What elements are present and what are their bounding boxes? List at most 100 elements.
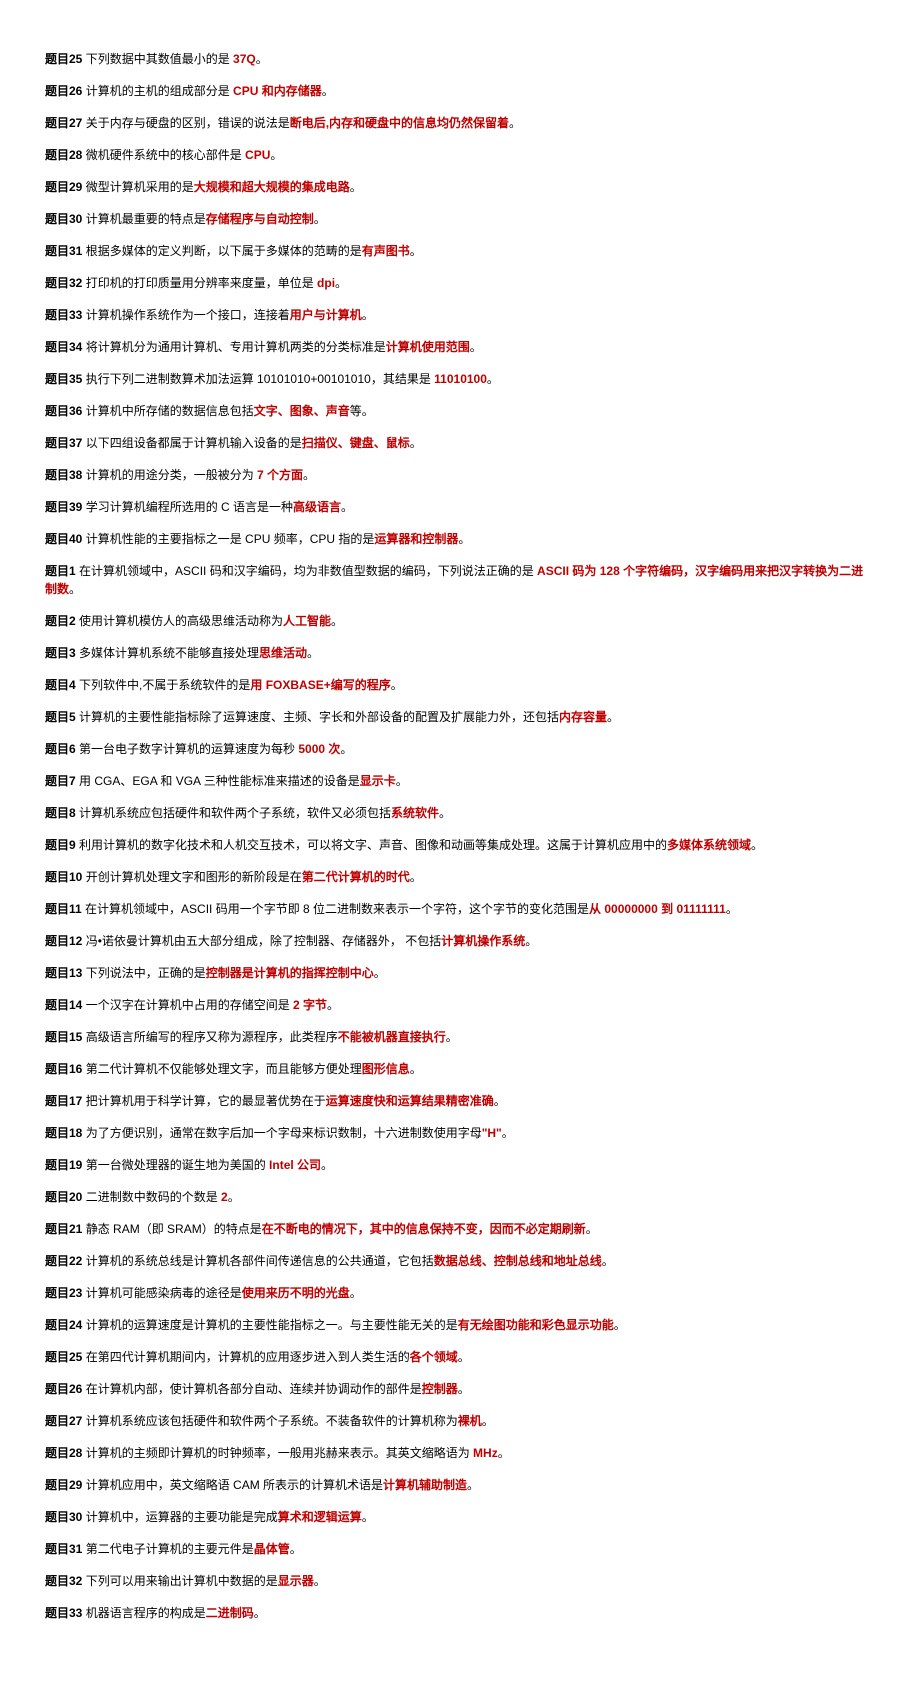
question-row: 题目39 学习计算机编程所选用的 C 语言是一种高级语言。 — [45, 498, 875, 516]
question-tail: 。 — [69, 582, 81, 596]
question-label: 题目26 — [45, 1382, 82, 1396]
question-tail: 。 — [314, 212, 326, 226]
question-stem: 下列数据中其数值最小的是 — [82, 52, 233, 66]
question-label: 题目11 — [45, 902, 82, 916]
question-row: 题目30 计算机最重要的特点是存储程序与自动控制。 — [45, 210, 875, 228]
question-row: 题目4 下列软件中,不属于系统软件的是用 FOXBASE+编写的程序。 — [45, 676, 875, 694]
question-label: 题目8 — [45, 806, 76, 820]
question-stem: 计算机操作系统作为一个接口，连接着 — [82, 308, 289, 322]
question-row: 题目3 多媒体计算机系统不能够直接处理思维活动。 — [45, 644, 875, 662]
question-tail: 。 — [340, 742, 352, 756]
question-answer: 计算机辅助制造 — [383, 1478, 467, 1492]
question-label: 题目4 — [45, 678, 76, 692]
question-answer: 图形信息 — [362, 1062, 410, 1076]
question-row: 题目22 计算机的系统总线是计算机各部件间传递信息的公共通道，它包括数据总线、控… — [45, 1252, 875, 1270]
question-label: 题目12 — [45, 934, 82, 948]
question-tail: 。 — [602, 1254, 614, 1268]
question-stem: 静态 RAM（即 SRAM）的特点是 — [82, 1222, 261, 1236]
question-answer: "H" — [482, 1126, 502, 1140]
question-row: 题目1 在计算机领域中，ASCII 码和汉字编码，均为非数值型数据的编码，下列说… — [45, 562, 875, 598]
question-answer: 显示器 — [278, 1574, 314, 1588]
question-row: 题目13 下列说法中，正确的是控制器是计算机的指挥控制中心。 — [45, 964, 875, 982]
question-label: 题目23 — [45, 1286, 82, 1300]
question-tail: 。 — [228, 1190, 240, 1204]
question-label: 题目26 — [45, 84, 82, 98]
question-tail: 。 — [314, 1574, 326, 1588]
question-row: 题目10 开创计算机处理文字和图形的新阶段是在第二代计算机的时代。 — [45, 868, 875, 886]
question-answer: Intel 公司 — [269, 1158, 321, 1172]
question-label: 题目33 — [45, 308, 82, 322]
question-answer: 多媒体系统领域 — [667, 838, 751, 852]
question-tail: 。 — [458, 1350, 470, 1364]
question-tail: 。 — [410, 1062, 422, 1076]
question-row: 题目11 在计算机领域中，ASCII 码用一个字节即 8 位二进制数来表示一个字… — [45, 900, 875, 918]
question-stem: 第二代计算机不仅能够处理文字，而且能够方便处理 — [82, 1062, 361, 1076]
question-label: 题目13 — [45, 966, 82, 980]
question-tail: 。 — [321, 1158, 333, 1172]
question-answer: 11010100 — [434, 372, 487, 386]
question-label: 题目9 — [45, 838, 76, 852]
question-stem: 利用计算机的数字化技术和人机交互技术，可以将文字、声音、图像和动画等集成处理。这… — [76, 838, 667, 852]
question-tail: 。 — [374, 966, 386, 980]
question-stem: 在第四代计算机期间内，计算机的应用逐步进入到人类生活的 — [82, 1350, 409, 1364]
question-answer: MHz — [473, 1446, 498, 1460]
question-label: 题目39 — [45, 500, 82, 514]
question-row: 题目21 静态 RAM（即 SRAM）的特点是在不断电的情况下，其中的信息保持不… — [45, 1220, 875, 1238]
question-label: 题目27 — [45, 116, 82, 130]
question-answer: 内存容量 — [559, 710, 607, 724]
question-tail: 等。 — [350, 404, 374, 418]
question-tail: 。 — [307, 646, 319, 660]
question-stem: 关于内存与硬盘的区别，错误的说法是 — [82, 116, 289, 130]
question-row: 题目33 计算机操作系统作为一个接口，连接着用户与计算机。 — [45, 306, 875, 324]
question-answer: 有无绘图功能和彩色显示功能 — [458, 1318, 614, 1332]
question-row: 题目2 使用计算机模仿人的高级思维活动称为人工智能。 — [45, 612, 875, 630]
question-answer: 二进制码 — [206, 1606, 254, 1620]
question-row: 题目31 第二代电子计算机的主要元件是晶体管。 — [45, 1540, 875, 1558]
question-row: 题目16 第二代计算机不仅能够处理文字，而且能够方便处理图形信息。 — [45, 1060, 875, 1078]
question-stem: 计算机中所存储的数据信息包括 — [82, 404, 253, 418]
question-tail: 。 — [458, 532, 470, 546]
question-row: 题目32 下列可以用来输出计算机中数据的是显示器。 — [45, 1572, 875, 1590]
question-row: 题目37 以下四组设备都属于计算机输入设备的是扫描仪、键盘、鼠标。 — [45, 434, 875, 452]
question-answer: 存储程序与自动控制 — [206, 212, 314, 226]
question-row: 题目38 计算机的用途分类，一般被分为 7 个方面。 — [45, 466, 875, 484]
question-stem: 学习计算机编程所选用的 C 语言是一种 — [82, 500, 293, 514]
question-tail: 。 — [391, 678, 403, 692]
question-tail: 。 — [331, 614, 343, 628]
question-answer: CPU — [245, 148, 270, 162]
question-tail: 。 — [335, 276, 347, 290]
question-list: 题目25 下列数据中其数值最小的是 37Q。题目26 计算机的主机的组成部分是 … — [45, 50, 875, 1622]
question-tail: 。 — [525, 934, 537, 948]
question-row: 题目7 用 CGA、EGA 和 VGA 三种性能标准来描述的设备是显示卡。 — [45, 772, 875, 790]
question-row: 题目15 高级语言所编写的程序又称为源程序，此类程序不能被机器直接执行。 — [45, 1028, 875, 1046]
question-answer: 文字、图象、声音 — [254, 404, 350, 418]
question-stem: 计算机最重要的特点是 — [82, 212, 205, 226]
question-row: 题目19 第一台微处理器的诞生地为美国的 Intel 公司。 — [45, 1156, 875, 1174]
question-label: 题目7 — [45, 774, 76, 788]
question-stem: 执行下列二进制数算术加法运算 10101010+00101010，其结果是 — [82, 372, 434, 386]
question-answer: 用户与计算机 — [290, 308, 362, 322]
question-tail: 。 — [586, 1222, 598, 1236]
question-tail: 。 — [614, 1318, 626, 1332]
question-answer: CPU 和内存储器 — [233, 84, 322, 98]
question-label: 题目25 — [45, 52, 82, 66]
question-stem: 微机硬件系统中的核心部件是 — [82, 148, 245, 162]
question-tail: 。 — [439, 806, 451, 820]
question-stem: 开创计算机处理文字和图形的新阶段是在 — [82, 870, 301, 884]
question-row: 题目20 二进制数中数码的个数是 2。 — [45, 1188, 875, 1206]
question-answer: 计算机操作系统 — [441, 934, 525, 948]
question-row: 题目36 计算机中所存储的数据信息包括文字、图象、声音等。 — [45, 402, 875, 420]
question-row: 题目9 利用计算机的数字化技术和人机交互技术，可以将文字、声音、图像和动画等集成… — [45, 836, 875, 854]
question-tail: 。 — [487, 372, 499, 386]
question-row: 题目27 关于内存与硬盘的区别，错误的说法是断电后,内存和硬盘中的信息均仍然保留… — [45, 114, 875, 132]
question-label: 题目21 — [45, 1222, 82, 1236]
question-stem: 计算机的主要性能指标除了运算速度、主频、字长和外部设备的配置及扩展能力外，还包括 — [76, 710, 559, 724]
question-answer: 裸机 — [458, 1414, 482, 1428]
question-row: 题目40 计算机性能的主要指标之一是 CPU 频率，CPU 指的是运算器和控制器… — [45, 530, 875, 548]
question-answer: 第二代计算机的时代 — [302, 870, 410, 884]
question-tail: 。 — [270, 148, 282, 162]
question-row: 题目8 计算机系统应包括硬件和软件两个子系统，软件又必须包括系统软件。 — [45, 804, 875, 822]
question-stem: 使用计算机模仿人的高级思维活动称为 — [76, 614, 283, 628]
question-stem: 微型计算机采用的是 — [82, 180, 193, 194]
question-stem: 下列可以用来输出计算机中数据的是 — [82, 1574, 277, 1588]
